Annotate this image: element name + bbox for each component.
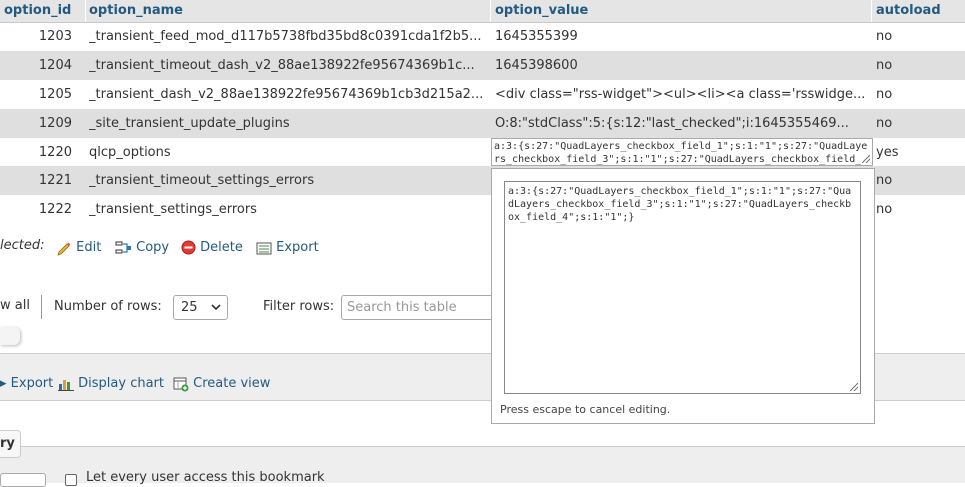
chevron-down-icon xyxy=(211,304,221,311)
cell-option-name[interactable]: _transient_settings_errors xyxy=(89,195,489,224)
cell-option-id[interactable]: 1209 xyxy=(0,109,72,138)
create-view-label: Create view xyxy=(193,376,271,391)
bookmark-query-tab-label: ry xyxy=(0,436,15,451)
table-row: 1205 _transient_dash_v2_88ae138922fe9567… xyxy=(0,80,965,109)
create-view-icon xyxy=(173,377,189,391)
resize-handle-icon[interactable] xyxy=(862,155,870,163)
cell-option-name[interactable]: _transient_feed_mod_d117b5738fbd35bd8c03… xyxy=(89,22,489,51)
column-divider xyxy=(490,0,491,22)
escape-hint: Press escape to cancel editing. xyxy=(500,403,671,416)
cell-option-value[interactable]: <div class="rss-widget"><ul><li><a class… xyxy=(495,80,870,109)
inline-edit-text: a:3:{s:27:"QuadLayers_checkbox_field_1";… xyxy=(494,141,868,165)
export-arrow-icon: ▸ xyxy=(0,376,7,391)
edit-selected-button[interactable]: Edit xyxy=(56,239,101,257)
cell-option-name[interactable]: _transient_dash_v2_88ae138922fe95674369b… xyxy=(89,80,489,109)
cell-option-value[interactable]: 1645355399 xyxy=(495,22,870,51)
copy-selected-label: Copy xyxy=(136,240,170,255)
delete-icon xyxy=(181,240,196,255)
display-chart-label: Display chart xyxy=(78,376,164,391)
table-row: 1204 _transient_timeout_dash_v2_88ae1389… xyxy=(0,51,965,80)
cell-autoload[interactable]: yes xyxy=(876,138,956,167)
rows-per-page-label: Number of rows: xyxy=(54,299,162,314)
rows-per-page-select[interactable]: 25 xyxy=(173,295,228,320)
popup-value-textarea[interactable]: a:3:{s:27:"QuadLayers_checkbox_field_1";… xyxy=(504,181,861,394)
table-header: option_id option_name option_value autol… xyxy=(0,0,965,23)
cell-autoload[interactable]: no xyxy=(876,80,956,109)
filter-rows-placeholder: Search this table xyxy=(347,300,457,315)
cell-option-name[interactable]: _transient_timeout_settings_errors xyxy=(89,166,489,195)
column-header-autoload[interactable]: autoload xyxy=(876,0,941,22)
cell-autoload[interactable]: no xyxy=(876,166,956,195)
filter-rows-label: Filter rows: xyxy=(263,299,335,314)
table-row: 1209 _site_transient_update_plugins O:8:… xyxy=(0,109,965,138)
export-selected-label: Export xyxy=(276,240,319,255)
export-label: Export xyxy=(10,376,54,391)
cell-option-id[interactable]: 1220 xyxy=(0,138,72,167)
cell-option-id[interactable]: 1203 xyxy=(0,22,72,51)
share-bookmark-checkbox[interactable] xyxy=(65,474,77,486)
nav-divider xyxy=(41,295,42,319)
export-button[interactable]: ▸ Export xyxy=(0,375,53,393)
cell-autoload[interactable]: no xyxy=(876,195,956,224)
copy-rows-icon xyxy=(115,241,131,253)
collapsed-panel-tab[interactable] xyxy=(0,327,20,345)
bar-chart-icon xyxy=(58,380,74,391)
cell-autoload[interactable]: no xyxy=(876,109,956,138)
copy-selected-button[interactable]: Copy xyxy=(115,239,169,257)
export-selected-button[interactable]: Export xyxy=(256,239,319,257)
column-divider xyxy=(85,0,86,22)
display-chart-button[interactable]: Display chart xyxy=(58,375,164,393)
popup-value-text: a:3:{s:27:"QuadLayers_checkbox_field_1";… xyxy=(508,186,852,223)
edit-selected-label: Edit xyxy=(76,240,102,255)
filter-rows-input[interactable]: Search this table xyxy=(341,295,491,320)
column-divider xyxy=(871,0,872,22)
cell-option-id[interactable]: 1205 xyxy=(0,80,72,109)
cell-option-id[interactable]: 1222 xyxy=(0,195,72,224)
bookmark-query-tab[interactable]: ry xyxy=(0,430,21,458)
column-header-option-id[interactable]: option_id xyxy=(4,0,71,22)
cell-option-name[interactable]: _site_transient_update_plugins xyxy=(89,109,489,138)
cell-option-id[interactable]: 1221 xyxy=(0,166,72,195)
column-header-option-name[interactable]: option_name xyxy=(89,0,183,22)
cell-option-value[interactable]: 1645398600 xyxy=(495,51,870,80)
edit-value-popup: a:3:{s:27:"QuadLayers_checkbox_field_1";… xyxy=(491,168,875,424)
cell-option-value[interactable]: O:8:"stdClass":5:{s:12:"last_checked";i:… xyxy=(495,109,870,138)
cell-autoload[interactable]: no xyxy=(876,51,956,80)
resize-handle-icon[interactable] xyxy=(850,383,858,391)
cell-option-name[interactable]: qlcp_options xyxy=(89,138,489,167)
delete-selected-label: Delete xyxy=(200,240,243,255)
share-bookmark-label: Let every user access this bookmark xyxy=(86,470,325,485)
with-selected-label: lected: xyxy=(0,238,45,253)
show-all-checkbox-label[interactable]: w all xyxy=(0,298,30,313)
inline-edit-textarea[interactable]: a:3:{s:27:"QuadLayers_checkbox_field_1";… xyxy=(491,138,873,166)
delete-selected-button[interactable]: Delete xyxy=(181,239,243,257)
cell-autoload[interactable]: no xyxy=(876,22,956,51)
pencil-icon xyxy=(57,242,71,256)
cell-option-name[interactable]: _transient_timeout_dash_v2_88ae138922fe9… xyxy=(89,51,489,80)
rows-per-page-value: 25 xyxy=(181,300,198,315)
create-view-button[interactable]: Create view xyxy=(173,375,270,393)
bookmark-label-input[interactable] xyxy=(0,473,46,487)
cell-option-id[interactable]: 1204 xyxy=(0,51,72,80)
export-icon xyxy=(256,242,272,254)
column-header-option-value[interactable]: option_value xyxy=(495,0,588,22)
table-row: 1203 _transient_feed_mod_d117b5738fbd35b… xyxy=(0,22,965,51)
